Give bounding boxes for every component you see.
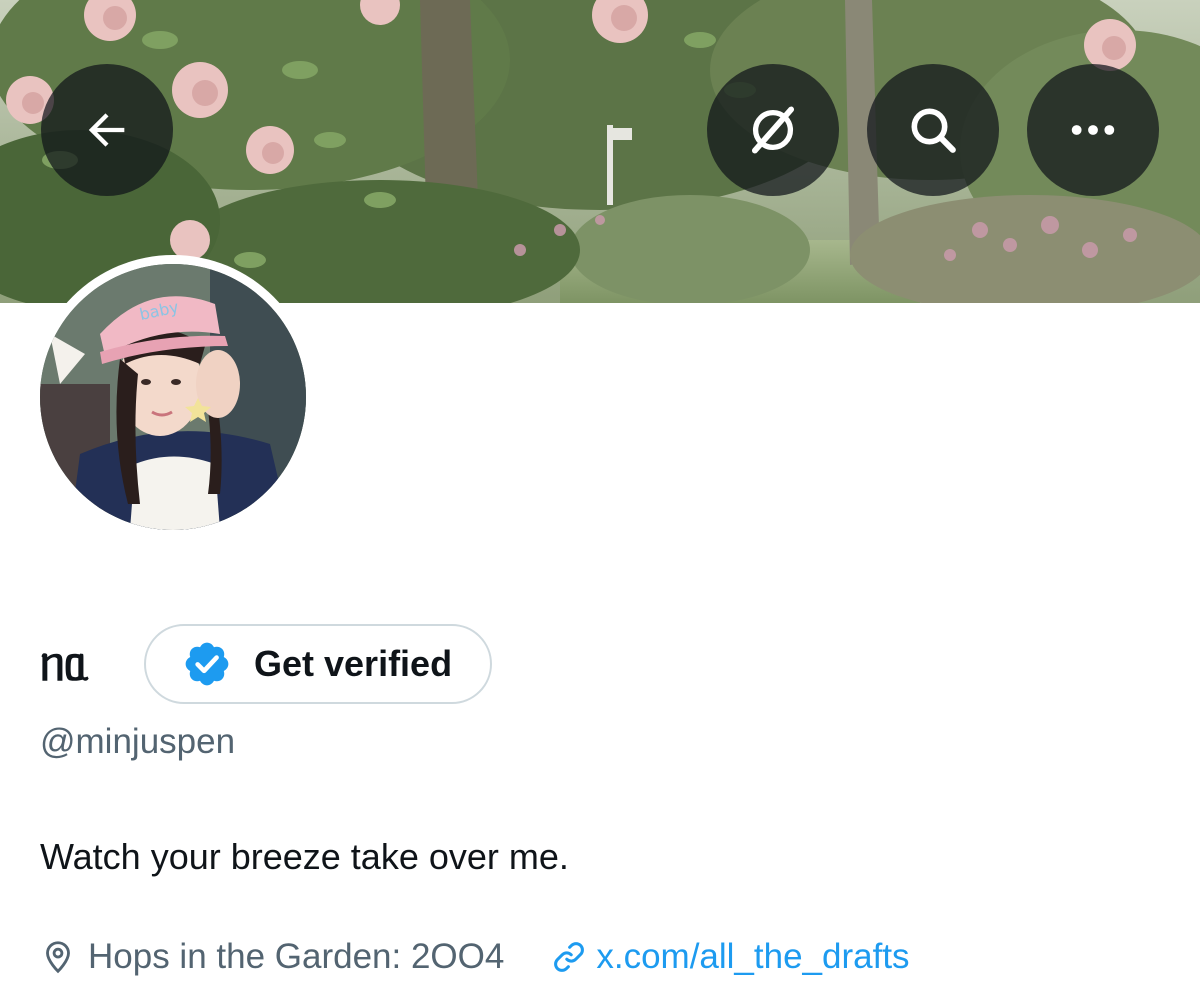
link-icon — [554, 942, 585, 972]
more-options-button[interactable] — [1027, 64, 1159, 196]
search-icon — [911, 108, 956, 153]
profile-meta-row: Hops in the Garden: 2OO4 x.com/all_the_d… — [40, 932, 910, 982]
user-handle: @minjuspen — [40, 722, 236, 761]
website-text[interactable]: x.com/all_the_drafts — [596, 937, 909, 977]
avatar[interactable]: baby — [40, 264, 306, 530]
grok-slash-icon — [751, 106, 795, 154]
location-pin-icon — [46, 941, 70, 974]
search-button[interactable] — [867, 64, 999, 196]
verified-badge-icon — [185, 642, 229, 686]
name-row: ᥒᥲ Get verified — [40, 624, 493, 704]
arrow-left-icon — [88, 113, 125, 147]
website-link[interactable]: x.com/all_the_drafts — [550, 937, 910, 977]
display-name: ᥒᥲ — [40, 638, 89, 690]
back-button[interactable] — [41, 64, 173, 196]
location-item: Hops in the Garden: 2OO4 — [40, 937, 504, 977]
grok-button[interactable] — [707, 64, 839, 196]
avatar-photo: baby — [40, 264, 306, 530]
location-text: Hops in the Garden: 2OO4 — [88, 937, 505, 976]
more-dots-icon — [1071, 125, 1115, 135]
user-bio: Watch your breeze take over me. — [40, 836, 569, 877]
get-verified-button[interactable]: Get verified — [144, 624, 493, 704]
get-verified-label: Get verified — [254, 643, 453, 684]
